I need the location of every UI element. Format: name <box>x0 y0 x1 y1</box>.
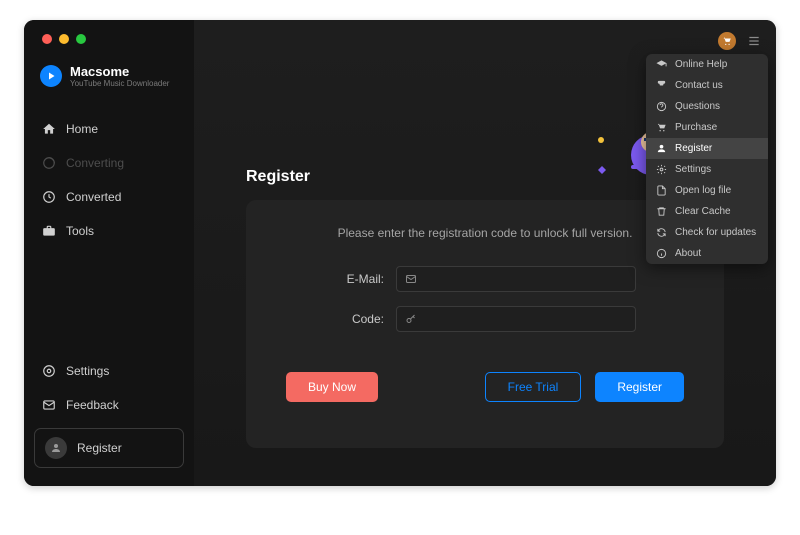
key-icon <box>405 313 417 325</box>
app-window: Macsome YouTube Music Downloader Home Co… <box>24 20 776 486</box>
menu-label: Questions <box>675 101 720 112</box>
topbar <box>718 32 762 50</box>
button-row: Buy Now Free Trial Register <box>286 372 684 402</box>
question-icon <box>656 101 667 112</box>
gear-icon <box>656 164 667 175</box>
maximize-window-button[interactable] <box>76 34 86 44</box>
menu-label: Clear Cache <box>675 206 731 217</box>
trash-icon <box>656 206 667 217</box>
menu-label: Purchase <box>675 122 717 133</box>
sidebar-item-feedback[interactable]: Feedback <box>24 388 194 422</box>
sidebar: Macsome YouTube Music Downloader Home Co… <box>24 20 194 486</box>
mail-icon <box>42 398 56 412</box>
app-logo-area: Macsome YouTube Music Downloader <box>24 64 194 112</box>
sidebar-item-label: Converting <box>66 156 124 170</box>
briefcase-icon <box>42 224 56 238</box>
graduation-cap-icon <box>656 59 667 70</box>
user-avatar-icon <box>45 437 67 459</box>
close-window-button[interactable] <box>42 34 52 44</box>
menu-open-log[interactable]: Open log file <box>646 180 768 201</box>
menu-label: Open log file <box>675 185 731 196</box>
sidebar-item-converting[interactable]: Converting <box>24 146 194 180</box>
code-label: Code: <box>334 312 384 326</box>
dropdown-menu: Online Help Contact us Questions Purchas… <box>646 54 768 264</box>
menu-clear-cache[interactable]: Clear Cache <box>646 201 768 222</box>
menu-check-updates[interactable]: Check for updates <box>646 222 768 243</box>
sidebar-bottom: Settings Feedback Register <box>24 354 194 486</box>
progress-icon <box>42 156 56 170</box>
menu-about[interactable]: About <box>646 243 768 264</box>
sidebar-item-converted[interactable]: Converted <box>24 180 194 214</box>
menu-purchase[interactable]: Purchase <box>646 117 768 138</box>
window-controls <box>42 34 86 44</box>
menu-online-help[interactable]: Online Help <box>646 54 768 75</box>
info-icon <box>656 248 667 259</box>
menu-settings[interactable]: Settings <box>646 159 768 180</box>
menu-label: About <box>675 248 701 259</box>
free-trial-button[interactable]: Free Trial <box>485 372 582 402</box>
email-input[interactable] <box>396 266 636 292</box>
file-icon <box>656 185 667 196</box>
sidebar-item-tools[interactable]: Tools <box>24 214 194 248</box>
cart-icon[interactable] <box>718 32 736 50</box>
code-input[interactable] <box>396 306 636 332</box>
sidebar-nav: Home Converting Converted Tools <box>24 112 194 248</box>
register-button[interactable]: Register <box>595 372 684 402</box>
envelope-icon <box>405 273 417 285</box>
menu-label: Contact us <box>675 80 723 91</box>
menu-questions[interactable]: Questions <box>646 96 768 117</box>
instruction-text: Please enter the registration code to un… <box>286 226 684 240</box>
menu-label: Settings <box>675 164 711 175</box>
user-icon <box>656 143 667 154</box>
page-title: Register <box>246 168 310 186</box>
gear-icon <box>42 364 56 378</box>
menu-label: Register <box>675 143 712 154</box>
sidebar-item-label: Converted <box>66 190 121 204</box>
email-label: E-Mail: <box>334 272 384 286</box>
refresh-icon <box>656 227 667 238</box>
sidebar-item-label: Home <box>66 122 98 136</box>
menu-register[interactable]: Register <box>646 138 768 159</box>
app-subtitle: YouTube Music Downloader <box>70 79 169 88</box>
menu-label: Online Help <box>675 59 727 70</box>
home-icon <box>42 122 56 136</box>
sidebar-item-label: Feedback <box>66 398 119 412</box>
app-logo-text: Macsome YouTube Music Downloader <box>70 64 169 88</box>
sidebar-item-label: Settings <box>66 364 109 378</box>
clock-icon <box>42 190 56 204</box>
minimize-window-button[interactable] <box>59 34 69 44</box>
sidebar-register-label: Register <box>77 441 122 455</box>
phone-icon <box>656 80 667 91</box>
sidebar-item-label: Tools <box>66 224 94 238</box>
main-content: Register Please enter the registration c… <box>194 20 776 486</box>
menu-contact-us[interactable]: Contact us <box>646 75 768 96</box>
app-brand: Macsome <box>70 64 169 79</box>
email-row: E-Mail: <box>286 266 684 292</box>
buy-now-button[interactable]: Buy Now <box>286 372 378 402</box>
sidebar-item-home[interactable]: Home <box>24 112 194 146</box>
app-logo-icon <box>40 65 62 87</box>
menu-label: Check for updates <box>675 227 756 238</box>
cart-icon <box>656 122 667 133</box>
sidebar-register-button[interactable]: Register <box>34 428 184 468</box>
sidebar-item-settings[interactable]: Settings <box>24 354 194 388</box>
code-row: Code: <box>286 306 684 332</box>
hamburger-menu-icon[interactable] <box>746 33 762 49</box>
